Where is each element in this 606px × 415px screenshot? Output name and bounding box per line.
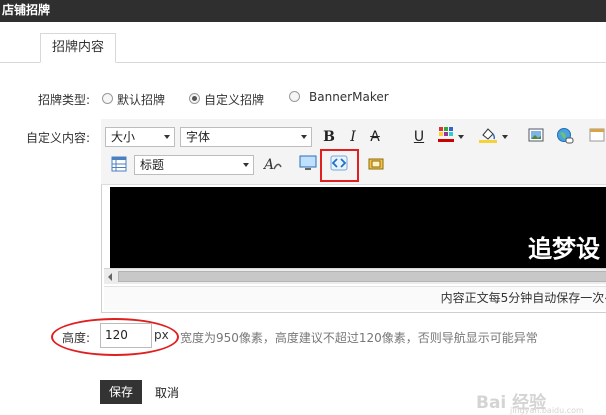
height-hint: 宽度为950像素，高度建议不超过120像素，否则导航显示可能异常 bbox=[180, 331, 538, 345]
monitor-icon bbox=[299, 155, 317, 170]
cancel-link[interactable]: 取消 bbox=[155, 384, 179, 401]
insert-flash-button[interactable] bbox=[367, 156, 385, 174]
horizontal-scrollbar[interactable] bbox=[104, 268, 606, 284]
font-family-select-value: 字体 bbox=[186, 130, 211, 144]
paragraph-format-select-value: 标题 bbox=[140, 158, 165, 172]
clear-format-button[interactable]: A bbox=[262, 155, 282, 173]
chevron-down-icon bbox=[243, 163, 249, 167]
paragraph-format-select[interactable]: 标题 bbox=[134, 155, 254, 175]
chevron-down-icon[interactable] bbox=[502, 135, 508, 139]
custom-content-label: 自定义内容: bbox=[26, 131, 91, 145]
source-code-highlight bbox=[320, 149, 359, 182]
background-color-button[interactable] bbox=[478, 126, 497, 144]
sign-type-label: 招牌类型: bbox=[38, 93, 91, 107]
scrollbar-thumb[interactable] bbox=[118, 271, 606, 282]
radio-custom-sign-label[interactable]: 自定义招牌 bbox=[204, 91, 264, 108]
radio-default-sign-label[interactable]: 默认招牌 bbox=[117, 91, 165, 108]
svg-text:A: A bbox=[263, 157, 274, 173]
radio-custom-sign[interactable] bbox=[189, 93, 200, 104]
height-label: 高度: bbox=[62, 331, 91, 345]
bold-button[interactable]: B bbox=[320, 128, 338, 146]
insert-link-button[interactable] bbox=[556, 127, 574, 145]
layout-icon bbox=[111, 156, 127, 172]
table-icon bbox=[589, 128, 605, 142]
window-title: 店铺招牌 bbox=[0, 0, 606, 22]
height-unit: px bbox=[154, 328, 169, 342]
tab-sign-content[interactable]: 招牌内容 bbox=[40, 33, 116, 63]
chevron-down-icon bbox=[164, 135, 170, 139]
radio-bannermaker[interactable] bbox=[289, 91, 300, 102]
globe-link-icon bbox=[557, 128, 574, 144]
flash-icon bbox=[368, 158, 384, 170]
insert-media-button[interactable] bbox=[299, 155, 317, 173]
autosave-notice: 内容正文每5分钟自动保存一次‹ bbox=[104, 286, 606, 310]
font-color-icon bbox=[438, 127, 454, 142]
layout-button[interactable] bbox=[110, 156, 128, 174]
image-icon bbox=[528, 128, 544, 142]
save-button[interactable]: 保存 bbox=[100, 380, 142, 404]
banner-headline: 追梦设 bbox=[528, 235, 600, 263]
italic-button[interactable]: I bbox=[344, 128, 362, 146]
font-size-select[interactable]: 大小 bbox=[105, 127, 175, 147]
radio-bannermaker-label[interactable]: BannerMaker bbox=[309, 90, 389, 104]
clear-format-icon: A bbox=[262, 157, 282, 173]
insert-table-button[interactable] bbox=[588, 127, 606, 145]
underline-button[interactable]: U bbox=[410, 128, 428, 146]
height-input[interactable]: 120 bbox=[100, 323, 152, 348]
insert-image-button[interactable] bbox=[527, 127, 545, 145]
font-family-select[interactable]: 字体 bbox=[180, 127, 312, 147]
editor-content-area[interactable]: 追梦设 bbox=[110, 187, 606, 269]
chevron-down-icon bbox=[301, 135, 307, 139]
scroll-left-icon[interactable] bbox=[108, 273, 112, 281]
font-size-select-value: 大小 bbox=[111, 130, 136, 144]
paint-bucket-icon bbox=[479, 128, 497, 143]
chevron-down-icon[interactable] bbox=[458, 135, 464, 139]
strikethrough-button[interactable]: A bbox=[366, 128, 384, 146]
radio-default-sign[interactable] bbox=[102, 93, 113, 104]
font-color-button[interactable] bbox=[437, 126, 455, 144]
